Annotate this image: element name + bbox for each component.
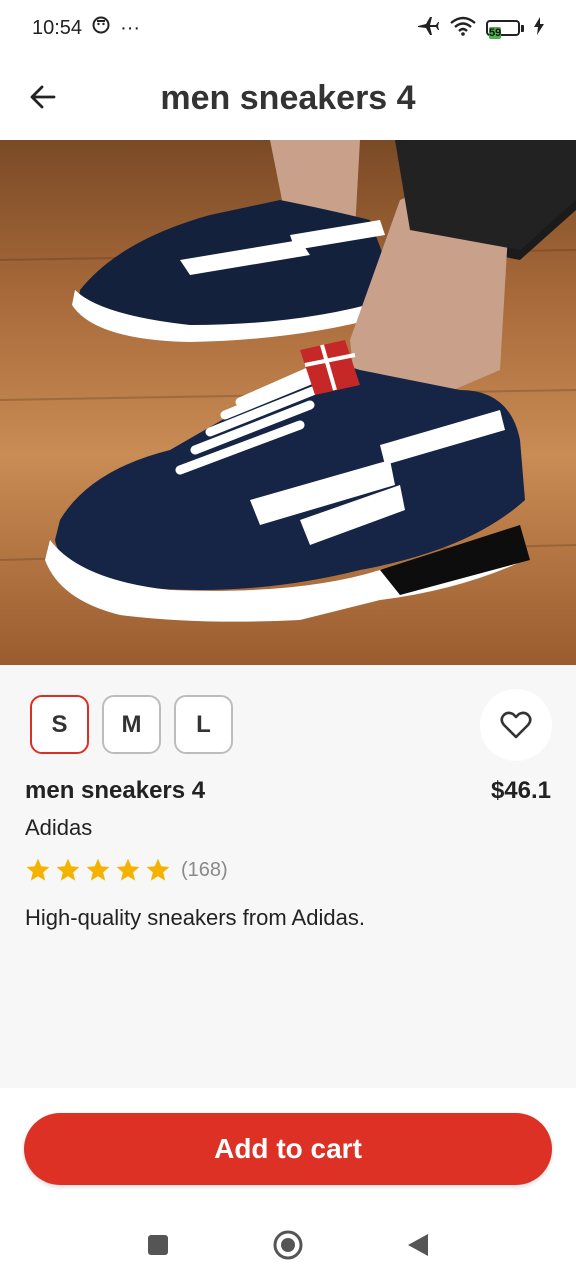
size-option-m[interactable]: M [102,695,161,754]
star-icon [86,858,110,881]
recents-button[interactable] [138,1225,178,1265]
status-right: 59 [416,15,544,42]
nav-back-icon [408,1234,428,1256]
nav-back-button[interactable] [398,1225,438,1265]
status-more: ··· [120,16,141,39]
cart-area: Add to cart [0,1088,576,1210]
product-details: S M L men sneakers 4 $46.1 Adidas (168) … [0,665,576,1088]
nav-square-icon [148,1235,168,1255]
product-name: men sneakers 4 [25,777,206,804]
wifi-icon [450,16,476,41]
size-option-l[interactable]: L [174,695,233,754]
page-title: men sneakers 4 [160,78,416,117]
product-image [0,140,576,665]
star-icon [116,858,140,881]
status-left: 10:54 ··· [32,16,140,40]
size-selector: S M L [30,695,233,754]
star-icon [26,858,50,881]
system-nav-bar [0,1210,576,1280]
app-bar: men sneakers 4 [0,56,576,140]
back-button[interactable] [22,76,64,118]
product-price: $46.1 [490,777,551,804]
size-option-s[interactable]: S [30,695,89,754]
favorite-button[interactable] [480,689,552,761]
notification-face-icon [92,16,110,40]
battery-icon: 59 [486,20,524,39]
star-icon [56,858,80,881]
product-brand: Adidas [25,815,93,840]
product-rating: (168) [25,857,228,883]
status-bar: 10:54 ··· 59 [0,0,576,56]
battery-level: 59 [489,27,502,39]
review-count: (168) [181,858,228,881]
back-arrow-icon [30,85,56,109]
nav-circle-icon [273,1230,303,1260]
add-to-cart-button[interactable]: Add to cart [24,1113,552,1185]
heart-icon [500,711,532,739]
star-icon [146,858,170,881]
charging-icon [534,16,544,40]
home-button[interactable] [268,1225,308,1265]
product-description: High-quality sneakers from Adidas. [25,905,365,930]
status-time: 10:54 [32,16,83,39]
airplane-icon [416,15,440,42]
